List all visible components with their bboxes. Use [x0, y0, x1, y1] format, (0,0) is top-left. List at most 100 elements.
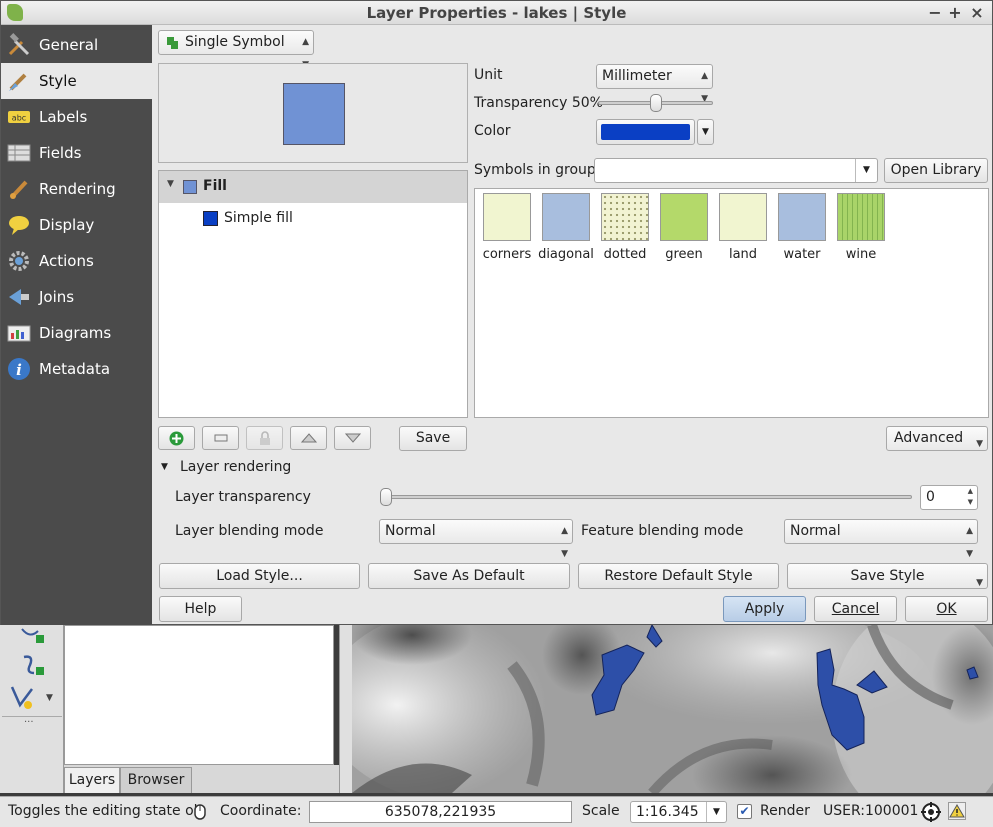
- abc-label-icon: abc: [8, 111, 30, 123]
- symbol-name: corners: [482, 247, 532, 262]
- mouse-coordinates-icon[interactable]: [192, 803, 208, 821]
- symbols-group-label: Symbols in group: [474, 162, 596, 178]
- toolbar-more-button[interactable]: ···: [24, 717, 34, 728]
- symbol-swatch: [542, 193, 590, 241]
- map-canvas[interactable]: [352, 625, 993, 793]
- cancel-button[interactable]: Cancel: [814, 596, 897, 622]
- symbol-swatch: [660, 193, 708, 241]
- dock-tab-bar: Layers Browser: [64, 765, 339, 793]
- symbol-item[interactable]: green: [656, 193, 712, 262]
- sidebar-item-fields[interactable]: Fields: [1, 135, 152, 171]
- arrow-down-icon: [344, 433, 361, 443]
- tab-browser[interactable]: Browser: [120, 767, 192, 793]
- symbol-item[interactable]: dotted: [597, 193, 653, 262]
- collapse-arrow-icon[interactable]: ▼: [161, 462, 168, 472]
- sidebar-item-actions[interactable]: Actions: [1, 243, 152, 279]
- lock-layer-button[interactable]: [246, 426, 283, 450]
- unit-label: Unit: [474, 67, 503, 83]
- sidebar-item-label: Labels: [39, 108, 88, 126]
- symbol-item[interactable]: diagonal: [538, 193, 594, 262]
- window-title: Layer Properties - lakes | Style: [366, 4, 627, 22]
- fill-swatch: [183, 180, 197, 194]
- brush-icon: [10, 180, 28, 199]
- unit-select[interactable]: Millimeter ▲ ▼: [596, 64, 713, 104]
- sidebar-item-diagrams[interactable]: Diagrams: [1, 315, 152, 351]
- layer-rendering-header[interactable]: Layer rendering: [180, 459, 291, 475]
- render-checkbox[interactable]: ✔: [737, 804, 752, 819]
- simple-fill-label: Simple fill: [224, 210, 293, 226]
- chevron-down-icon: ▼: [855, 159, 877, 182]
- maximize-button[interactable]: +: [945, 1, 965, 25]
- color-dropdown-button[interactable]: ▼: [697, 119, 714, 145]
- gear-icon: [9, 251, 29, 271]
- sidebar-item-metadata[interactable]: i Metadata: [1, 351, 152, 387]
- ok-button[interactable]: OK: [905, 596, 988, 622]
- tools-icon: [8, 33, 30, 56]
- layer-transparency-spinbox[interactable]: 0 ▲ ▼: [920, 485, 978, 510]
- color-button[interactable]: [596, 119, 695, 145]
- save-as-default-button[interactable]: Save As Default: [368, 563, 570, 589]
- add-symbol-layer-button[interactable]: [158, 426, 195, 450]
- fill-label: Fill: [203, 178, 227, 194]
- open-library-button[interactable]: Open Library: [884, 158, 988, 183]
- close-button[interactable]: ×: [967, 1, 987, 25]
- qgis-main-window: ▼ ··· Layers Browser Toggles the editing…: [0, 625, 993, 827]
- sidebar-item-label: Style: [39, 72, 77, 90]
- sidebar-item-general[interactable]: General: [1, 27, 152, 63]
- symbol-item[interactable]: land: [715, 193, 771, 262]
- feature-blending-select[interactable]: Normal ▲ ▼: [784, 519, 978, 559]
- transparency-slider-handle[interactable]: [649, 94, 662, 112]
- minimize-button[interactable]: −: [925, 1, 945, 25]
- sidebar-item-rendering[interactable]: Rendering: [1, 171, 152, 207]
- coordinate-field[interactable]: 635078,221935: [309, 801, 572, 823]
- crs-status[interactable]: USER:100001: [823, 803, 918, 819]
- renderer-select[interactable]: Single Symbol ▲▼: [158, 30, 314, 70]
- save-style-button[interactable]: Save Style ▼: [787, 563, 988, 589]
- chevron-down-icon[interactable]: ▼: [46, 693, 53, 703]
- sidebar-item-labels[interactable]: abc Labels: [1, 99, 152, 135]
- symbol-item[interactable]: wine: [833, 193, 889, 262]
- status-bar: Toggles the editing state ol Coordinate:…: [0, 796, 993, 827]
- renderer-value: Single Symbol: [185, 34, 285, 50]
- layer-blending-select[interactable]: Normal ▲ ▼: [379, 519, 573, 559]
- layer-transparency-slider-handle[interactable]: [380, 488, 392, 506]
- symbol-item[interactable]: water: [774, 193, 830, 262]
- load-style-button[interactable]: Load Style...: [159, 563, 360, 589]
- add-feature-icon[interactable]: [20, 627, 46, 645]
- spinner-arrows-icon[interactable]: ▲ ▼: [968, 486, 973, 508]
- plus-icon: [169, 431, 184, 446]
- crs-globe-icon[interactable]: [921, 802, 941, 822]
- minus-icon: [214, 434, 227, 442]
- sidebar-item-label: General: [39, 36, 99, 54]
- advanced-menu-button[interactable]: Advanced ▼: [886, 426, 988, 451]
- sidebar-item-style[interactable]: Style: [1, 63, 152, 99]
- add-curve-icon[interactable]: [20, 653, 46, 677]
- symbol-item[interactable]: corners: [479, 193, 535, 262]
- save-symbol-button[interactable]: Save: [399, 426, 467, 451]
- layer-transparency-slider[interactable]: [381, 495, 912, 499]
- help-button[interactable]: Help: [159, 596, 242, 622]
- simple-fill-swatch: [203, 211, 218, 226]
- tab-layers[interactable]: Layers: [64, 767, 120, 793]
- tree-item-simple-fill[interactable]: Simple fill: [159, 204, 467, 234]
- sidebar-item-joins[interactable]: Joins: [1, 279, 152, 315]
- restore-default-style-button[interactable]: Restore Default Style: [578, 563, 779, 589]
- diagram-icon: [7, 325, 31, 342]
- tree-item-fill[interactable]: ▼ Fill: [159, 171, 467, 203]
- symbols-group-select[interactable]: ▼: [594, 158, 878, 183]
- move-up-button[interactable]: [290, 426, 327, 450]
- symbol-layer-tree: ▼ Fill Simple fill: [158, 170, 468, 418]
- warning-icon[interactable]: [948, 802, 966, 820]
- symbol-preview: [158, 63, 468, 163]
- remove-symbol-layer-button[interactable]: [202, 426, 239, 450]
- transparency-label: Transparency 50%: [474, 95, 603, 111]
- sidebar-item-display[interactable]: Display: [1, 207, 152, 243]
- color-swatch: [601, 124, 690, 140]
- chevron-down-icon: ▼: [976, 578, 983, 588]
- node-tool-icon[interactable]: [8, 683, 38, 711]
- sidebar: General Style abc Labels Fields Renderin…: [1, 25, 152, 625]
- apply-button[interactable]: Apply: [723, 596, 806, 622]
- move-down-button[interactable]: [334, 426, 371, 450]
- collapse-arrow-icon[interactable]: ▼: [167, 179, 174, 189]
- scale-select[interactable]: 1:16.345 ▼: [630, 801, 727, 823]
